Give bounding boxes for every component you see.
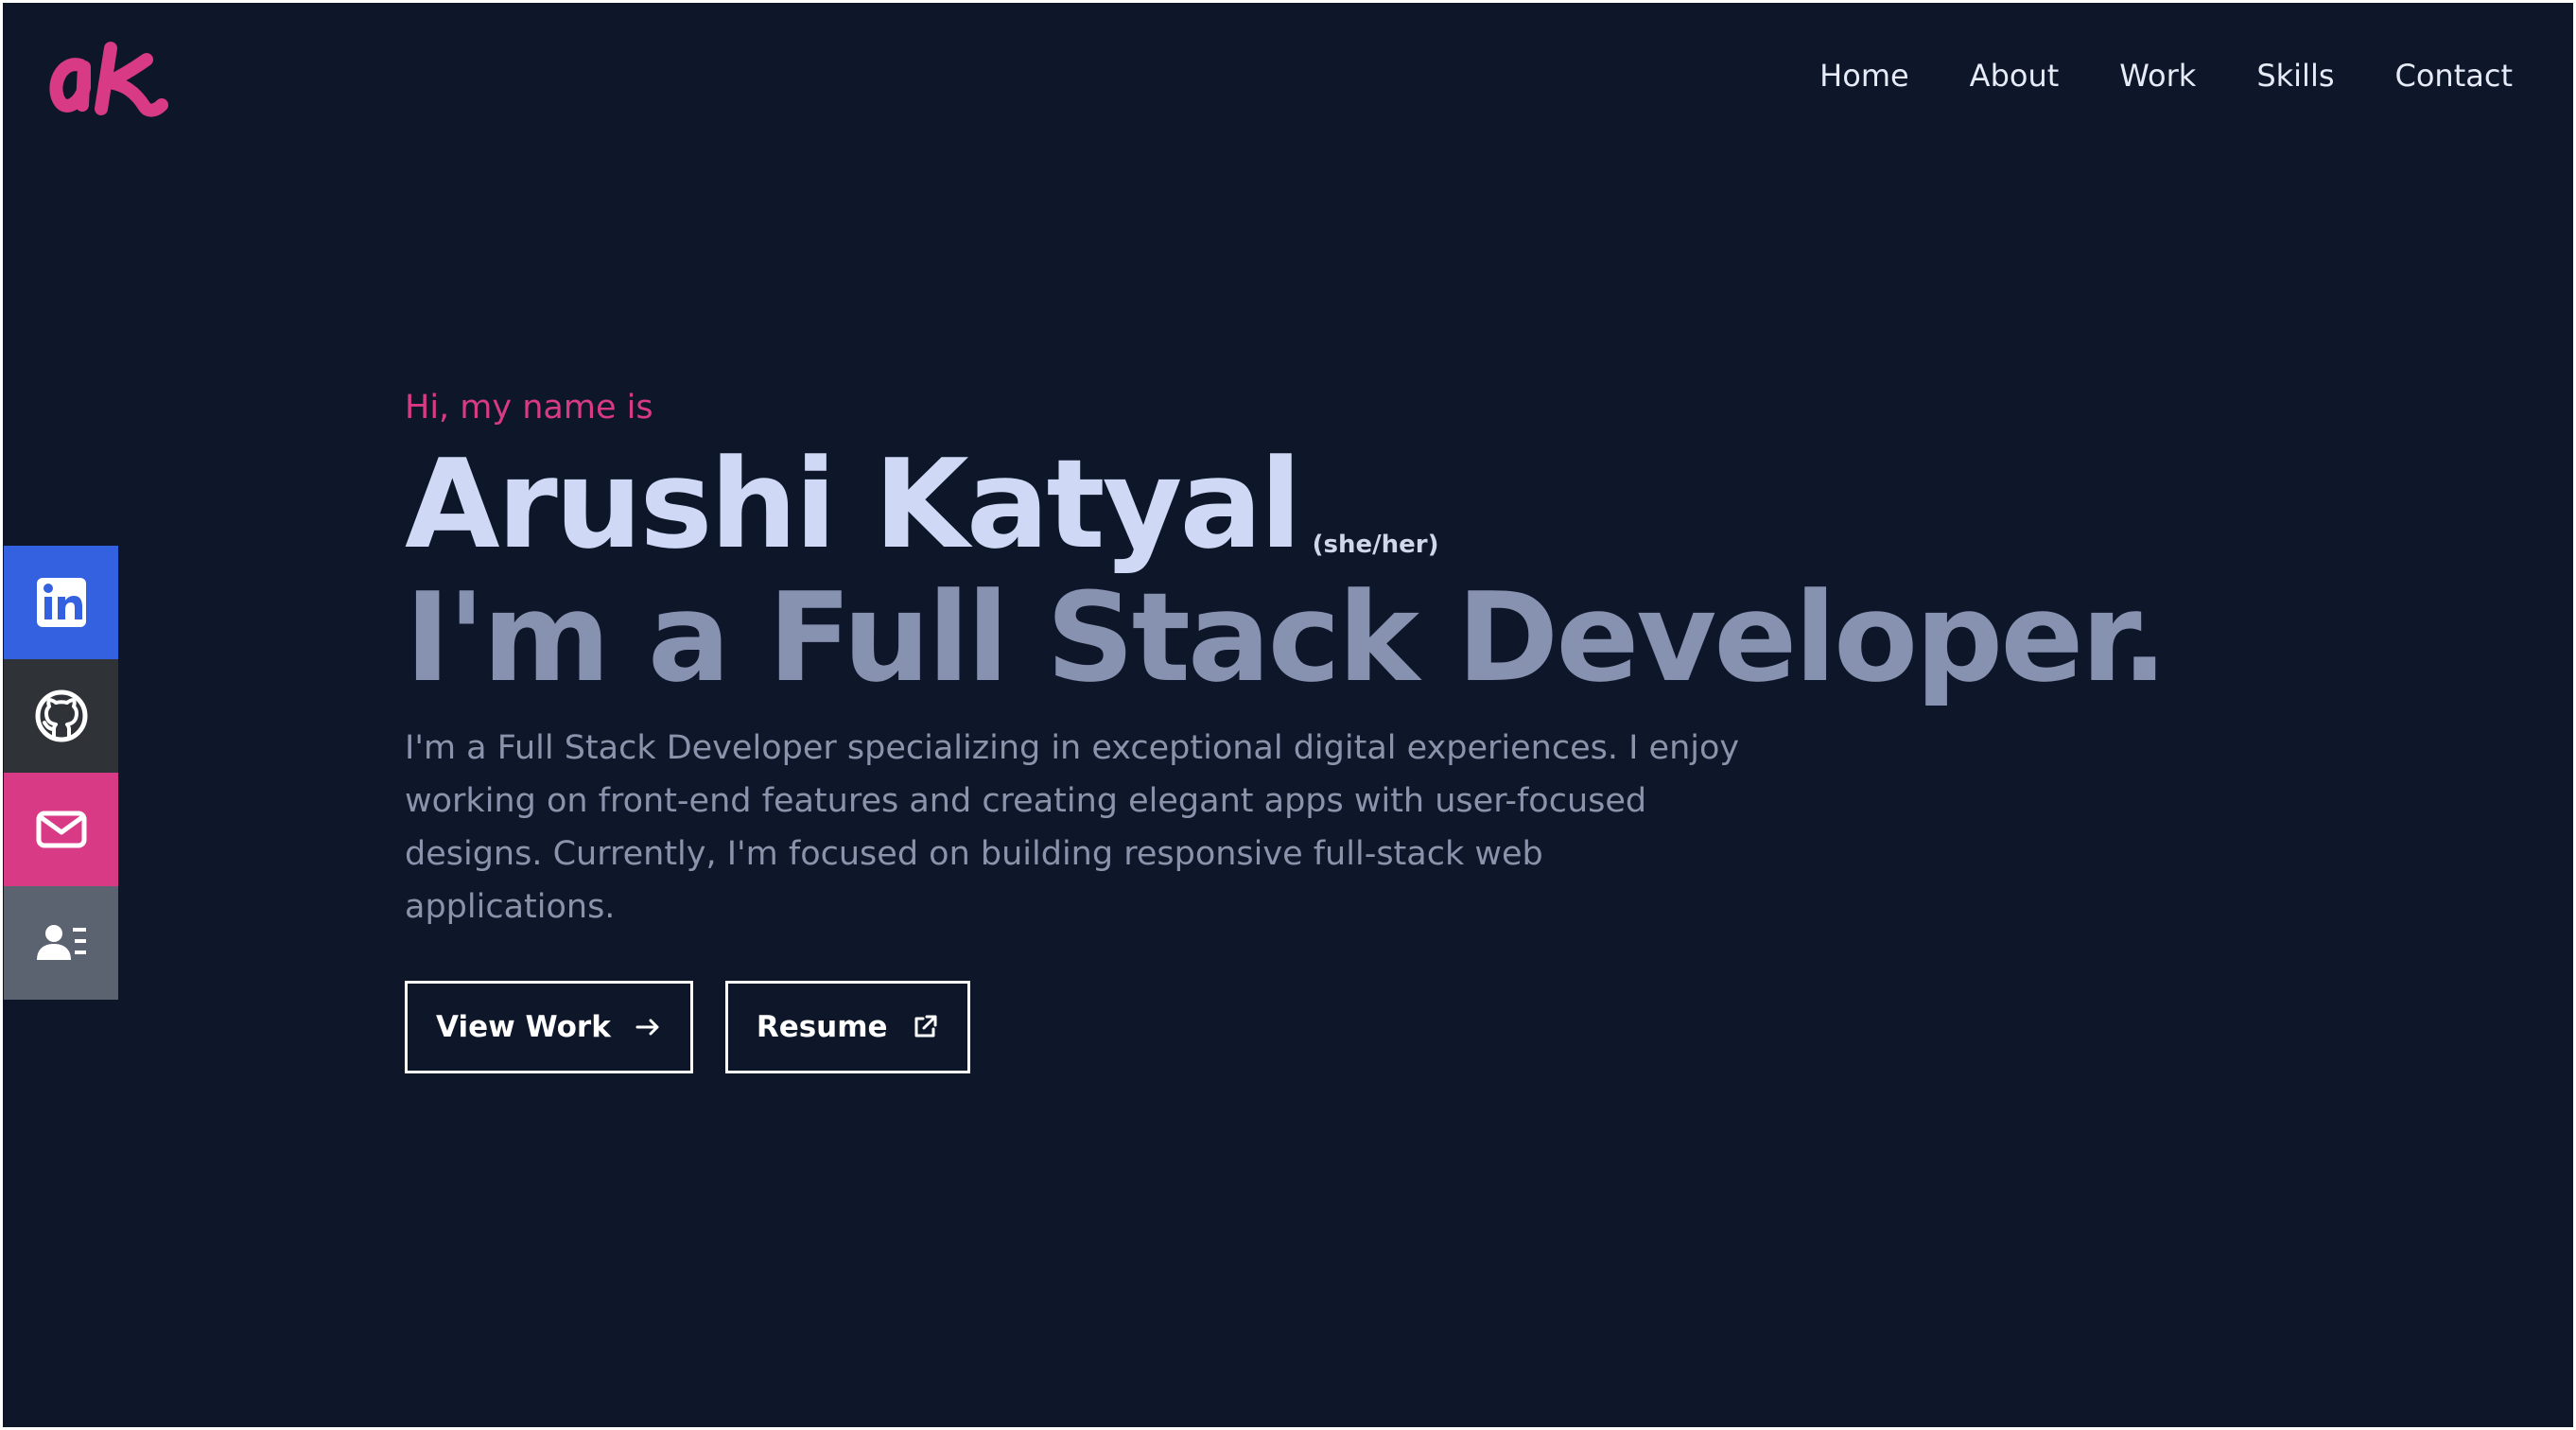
github-icon: [35, 689, 87, 742]
nav-home[interactable]: Home: [1819, 58, 1909, 94]
resume-button[interactable]: Resume: [724, 981, 970, 1073]
email-button[interactable]: [4, 773, 118, 886]
hero-actions: View Work Resume: [405, 981, 2202, 1073]
logo[interactable]: [43, 39, 175, 124]
resume-contact-button[interactable]: [4, 886, 118, 1000]
nav-contact[interactable]: Contact: [2395, 58, 2514, 94]
ak-logo-mark: [49, 42, 168, 117]
role-heading: I'm a Full Stack Developer.: [405, 566, 2167, 709]
name-row: Arushi Katyal (she/her): [405, 438, 2202, 570]
linkedin-icon: [36, 578, 86, 627]
resume-label: Resume: [756, 1010, 888, 1044]
view-work-label: View Work: [436, 1010, 611, 1044]
name-heading: Arushi Katyal: [405, 432, 1302, 576]
linkedin-button[interactable]: [4, 546, 118, 659]
pronouns-label: (she/her): [1312, 531, 1439, 559]
github-button[interactable]: [4, 659, 118, 773]
main-nav: Home About Work Skills Contact: [1759, 58, 2513, 94]
mail-icon: [36, 811, 86, 848]
greeting-text: Hi, my name is: [405, 389, 653, 427]
page: Home About Work Skills Contact Hi, my na…: [3, 3, 2573, 1427]
nav-skills[interactable]: Skills: [2256, 58, 2334, 94]
external-link-icon: [911, 1013, 939, 1041]
nav-work[interactable]: Work: [2119, 58, 2196, 94]
social-sidebar: [4, 546, 118, 1000]
hero-section: Hi, my name is Arushi Katyal (she/her) I…: [405, 381, 2202, 1073]
view-work-button[interactable]: View Work: [405, 981, 693, 1073]
contact-card-icon: [36, 925, 86, 960]
nav-about[interactable]: About: [1970, 58, 2060, 94]
bio-paragraph: I'm a Full Stack Developer specializing …: [405, 729, 1740, 926]
arrow-right-icon: [634, 1013, 662, 1041]
